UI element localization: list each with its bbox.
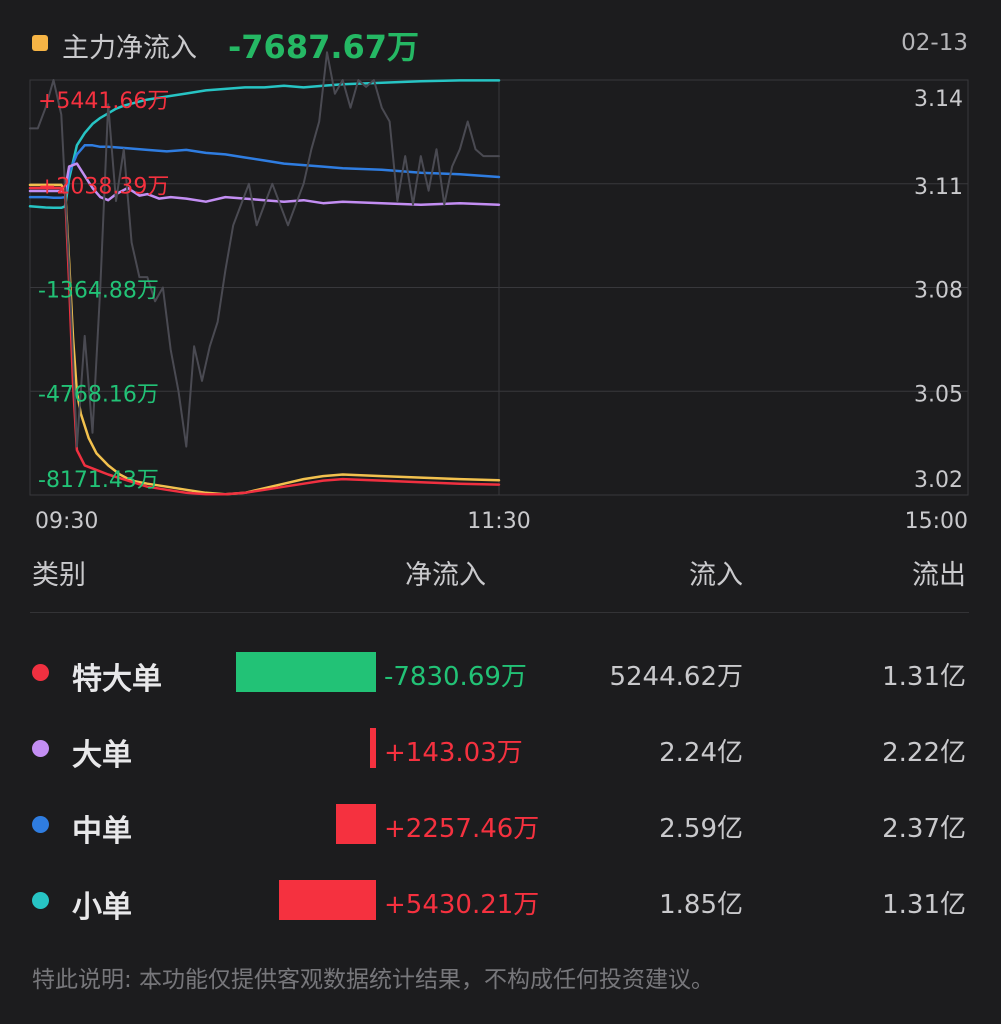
right-axis-label: 3.08: [914, 279, 963, 304]
net-flow-bar: [278, 880, 376, 920]
header-inflow: 流入: [689, 560, 743, 591]
table-header: 类别 净流入 流入 流出: [0, 550, 1001, 600]
row-label: 大单: [72, 738, 132, 773]
header-divider: [30, 612, 969, 613]
table-row[interactable]: 中单 +2257.46万 2.59亿 2.37亿: [0, 796, 1001, 852]
row-inflow: 1.85亿: [659, 890, 743, 920]
row-color-dot: [32, 816, 49, 833]
header-net-inflow: 净流入: [405, 560, 486, 591]
flow-line: [28, 186, 501, 496]
header-outflow: 流出: [912, 560, 966, 591]
x-tick-label: 11:30: [467, 509, 530, 534]
table-row[interactable]: 小单 +5430.21万 1.85亿 1.31亿: [0, 872, 1001, 928]
disclaimer: 特此说明: 本功能仅提供客观数据统计结果，不构成任何投资建议。: [32, 967, 715, 993]
table-row[interactable]: 大单 +143.03万 2.24亿 2.22亿: [0, 720, 1001, 776]
row-label: 特大单: [72, 662, 162, 697]
left-axis-label: -4768.16万: [38, 382, 159, 407]
row-outflow: 2.37亿: [882, 814, 966, 844]
right-axis-label: 3.11: [914, 175, 963, 200]
row-outflow: 2.22亿: [882, 738, 966, 768]
net-flow-bar: [370, 728, 376, 768]
row-inflow: 5244.62万: [609, 662, 743, 692]
row-outflow: 1.31亿: [882, 662, 966, 692]
right-axis-label: 3.05: [914, 382, 963, 407]
row-color-dot: [32, 892, 49, 909]
left-axis-label: +2038.39万: [38, 175, 169, 200]
row-inflow: 2.24亿: [659, 738, 743, 768]
row-inflow: 2.59亿: [659, 814, 743, 844]
left-axis-label: -8171.43万: [38, 468, 159, 493]
net-flow-bar: [236, 652, 376, 692]
row-net-value: -7830.69万: [384, 662, 527, 692]
left-axis-label: +5441.66万: [38, 89, 169, 114]
right-axis-label: 3.14: [914, 87, 963, 112]
table-row[interactable]: 特大单 -7830.69万 5244.62万 1.31亿: [0, 644, 1001, 700]
row-outflow: 1.31亿: [882, 890, 966, 920]
row-label: 中单: [72, 814, 132, 849]
row-color-dot: [32, 664, 49, 681]
row-label: 小单: [72, 890, 132, 925]
row-net-value: +2257.46万: [384, 814, 540, 844]
x-tick-label: 15:00: [905, 509, 968, 534]
row-net-value: +5430.21万: [384, 890, 540, 920]
x-tick-label: 09:30: [35, 509, 98, 534]
row-color-dot: [32, 740, 49, 757]
flow-line: [28, 183, 501, 496]
left-axis-label: -1364.88万: [38, 278, 159, 303]
right-axis-label: 3.02: [914, 468, 963, 493]
header-category: 类别: [32, 560, 86, 591]
fund-flow-chart[interactable]: +5441.66万 +2038.39万 -1364.88万 -4768.16万 -817…: [0, 0, 1001, 545]
row-net-value: +143.03万: [384, 738, 523, 768]
net-flow-bar: [335, 804, 376, 844]
